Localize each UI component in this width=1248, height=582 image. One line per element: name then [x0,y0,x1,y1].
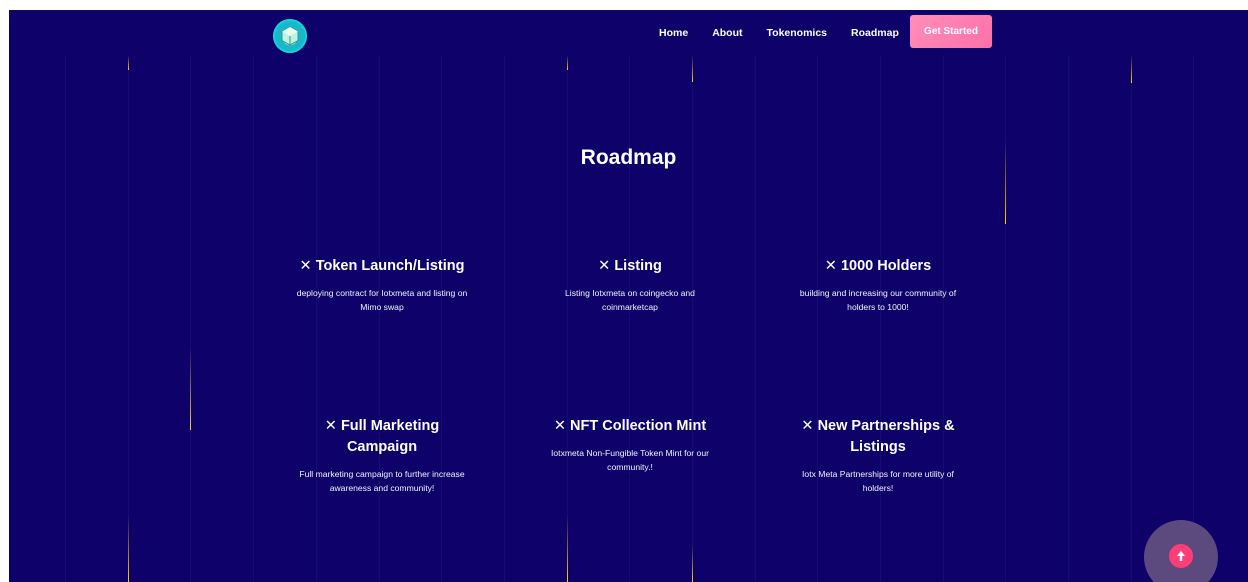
grid-line [504,56,505,582]
roadmap-card: ✕ Full Marketing Campaign Full marketing… [276,416,488,495]
nav-tokenomics[interactable]: Tokenomics [767,27,828,39]
roadmap-card-title: ✕ NFT Collection Mint [553,418,707,434]
roadmap-card: ✕ 1000 Holders building and increasing o… [772,256,984,314]
nav-about[interactable]: About [712,27,742,39]
grid-line [379,56,380,582]
roadmap-card-title: ✕ 1000 Holders [824,258,932,274]
spark-line [692,56,693,82]
grid-line [441,56,442,582]
roadmap-card: ✕ NFT Collection Mint Iotxmeta Non-Fungi… [524,416,736,474]
spark-line [190,346,191,430]
grid-line [128,56,129,582]
spark-line [567,515,568,582]
get-started-button[interactable]: Get Started [910,15,992,48]
logo-icon[interactable] [273,19,307,53]
section-title: Roadmap [580,146,677,169]
grid-line [65,56,66,582]
grid-line [817,56,818,582]
roadmap-card: ✕ New Partnerships & Listings Iotx Meta … [772,416,984,495]
grid-line [943,56,944,582]
grid-line [880,56,881,582]
grid-line [1005,56,1006,582]
scroll-top-button[interactable] [1144,520,1218,582]
grid-line [755,56,756,582]
grid-line [692,56,693,582]
spark-line [128,515,129,582]
arrow-up-icon [1169,544,1193,568]
grid-line [1068,56,1069,582]
main-nav: Home About Tokenomics Roadmap [659,10,923,56]
roadmap-card-description: Iotx Meta Partnerships for more utility … [802,469,954,493]
grid-line [316,56,317,582]
grid-line [1131,56,1132,582]
roadmap-card-description: deploying contract for Iotxmeta and list… [296,288,468,312]
roadmap-card-title: ✕ Token Launch/Listing [299,258,465,274]
grid-line [190,56,191,582]
spark-line [567,56,568,70]
grid-line [253,56,254,582]
roadmap-card-title: ✕ New Partnerships & Listings [801,418,955,455]
spark-line [1131,56,1132,83]
nav-home[interactable]: Home [659,27,688,39]
roadmap-card-description: Iotxmeta Non-Fungible Token Mint for our… [551,448,709,472]
roadmap-card-description: building and increasing our community of… [799,288,957,312]
spark-line [692,545,693,582]
grid-line [567,56,568,582]
roadmap-card-description: Listing Iotxmeta on coingecko and coinma… [565,288,695,312]
nav-roadmap[interactable]: Roadmap [851,27,899,39]
grid-line [629,56,630,582]
spark-line [128,56,129,70]
roadmap-card-description: Full marketing campaign to further incre… [299,469,465,493]
roadmap-card: ✕ Token Launch/Listing deploying contrac… [276,256,488,314]
grid-line [1193,56,1194,582]
page: Home About Tokenomics Roadmap Get Starte… [9,10,1248,582]
roadmap-card: ✕ Listing Listing Iotxmeta on coingecko … [524,256,736,314]
roadmap-card-title: ✕ Full Marketing Campaign [324,418,440,455]
roadmap-card-title: ✕ Listing [598,258,662,274]
